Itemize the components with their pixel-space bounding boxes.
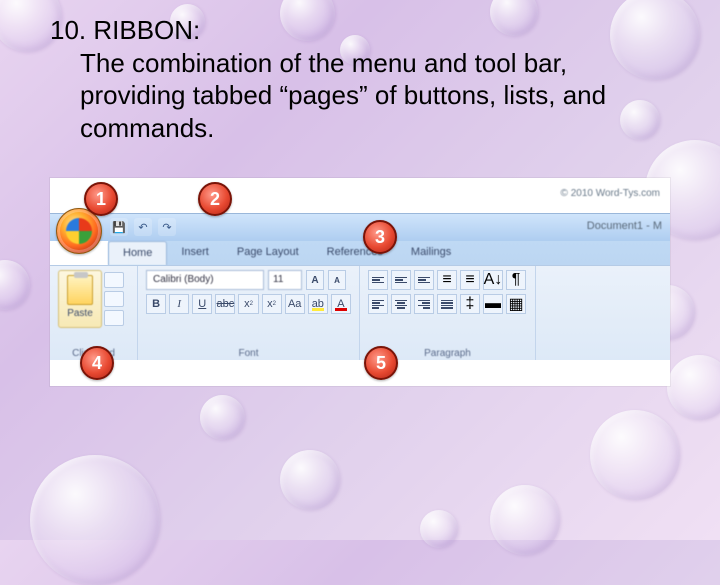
save-icon[interactable]: 💾 bbox=[110, 218, 128, 236]
callout-3: 3 bbox=[363, 220, 397, 254]
tab-home[interactable]: Home bbox=[108, 241, 167, 265]
undo-icon[interactable]: ↶ bbox=[134, 218, 152, 236]
ribbon-body: Paste Clipboard Calibri (Body) 11 A A B … bbox=[50, 265, 670, 360]
slide-title: 10. RIBBON: bbox=[50, 14, 660, 47]
italic-button[interactable]: I bbox=[169, 294, 189, 314]
align-right-button[interactable] bbox=[414, 294, 434, 314]
tab-mailings[interactable]: Mailings bbox=[397, 241, 465, 265]
water-drop bbox=[200, 395, 245, 440]
water-drop bbox=[490, 485, 560, 555]
paste-button[interactable]: Paste bbox=[58, 270, 102, 328]
window-titlebar: 💾 ↶ ↷ Document1 - M bbox=[50, 213, 670, 241]
water-drop bbox=[420, 510, 458, 548]
show-hide-button[interactable]: ¶ bbox=[506, 270, 526, 290]
callout-2: 2 bbox=[198, 182, 232, 216]
clipboard-icon bbox=[67, 275, 93, 305]
water-drop bbox=[667, 355, 720, 420]
water-drop bbox=[590, 410, 680, 500]
numbering-button[interactable] bbox=[391, 270, 411, 290]
change-case-button[interactable]: Aa bbox=[285, 294, 305, 314]
decrease-indent-button[interactable]: ≡ bbox=[437, 270, 457, 290]
line-spacing-button[interactable]: ‡ bbox=[460, 294, 480, 314]
highlight-color-button[interactable]: ab bbox=[308, 294, 328, 314]
tab-page-layout[interactable]: Page Layout bbox=[223, 241, 313, 265]
strikethrough-button[interactable]: abc bbox=[215, 294, 235, 314]
font-name-select[interactable]: Calibri (Body) bbox=[146, 270, 264, 290]
multilevel-list-button[interactable] bbox=[414, 270, 434, 290]
underline-button[interactable]: U bbox=[192, 294, 212, 314]
align-left-button[interactable] bbox=[368, 294, 388, 314]
cut-button[interactable] bbox=[104, 272, 124, 288]
grow-font-button[interactable]: A bbox=[306, 270, 324, 290]
increase-indent-button[interactable]: ≡ bbox=[460, 270, 480, 290]
group-font: Calibri (Body) 11 A A B I U abc x2 x2 Aa… bbox=[138, 266, 360, 360]
quick-access-toolbar: 💾 ↶ ↷ bbox=[110, 218, 176, 236]
water-drop bbox=[280, 450, 340, 510]
shrink-font-button[interactable]: A bbox=[328, 270, 346, 290]
tab-insert[interactable]: Insert bbox=[167, 241, 223, 265]
copyright-text: © 2010 Word-Tys.com bbox=[561, 188, 660, 199]
font-size-select[interactable]: 11 bbox=[268, 270, 302, 290]
subscript-button[interactable]: x2 bbox=[238, 294, 258, 314]
group-label-font: Font bbox=[138, 348, 359, 359]
callout-1: 1 bbox=[84, 182, 118, 216]
slide-description: The combination of the menu and tool bar… bbox=[50, 47, 660, 145]
copy-button[interactable] bbox=[104, 291, 124, 307]
water-drop bbox=[0, 260, 30, 310]
align-center-button[interactable] bbox=[391, 294, 411, 314]
shading-button[interactable]: ▬ bbox=[483, 294, 503, 314]
ribbon-screenshot: © 2010 Word-Tys.com 💾 ↶ ↷ Document1 - M … bbox=[50, 178, 670, 386]
bold-button[interactable]: B bbox=[146, 294, 166, 314]
callout-4: 4 bbox=[80, 346, 114, 380]
water-drop bbox=[30, 455, 160, 585]
superscript-button[interactable]: x2 bbox=[262, 294, 282, 314]
borders-button[interactable]: ▦ bbox=[506, 294, 526, 314]
sort-button[interactable]: A↓ bbox=[483, 270, 503, 290]
bullets-button[interactable] bbox=[368, 270, 388, 290]
justify-button[interactable] bbox=[437, 294, 457, 314]
redo-icon[interactable]: ↷ bbox=[158, 218, 176, 236]
font-color-button[interactable]: A bbox=[331, 294, 351, 314]
callout-5: 5 bbox=[364, 346, 398, 380]
slide-text-block: 10. RIBBON: The combination of the menu … bbox=[50, 14, 660, 144]
document-title: Document1 - M bbox=[587, 220, 662, 232]
format-painter-button[interactable] bbox=[104, 310, 124, 326]
paste-label: Paste bbox=[67, 308, 93, 319]
bottom-whitespace bbox=[50, 360, 670, 386]
